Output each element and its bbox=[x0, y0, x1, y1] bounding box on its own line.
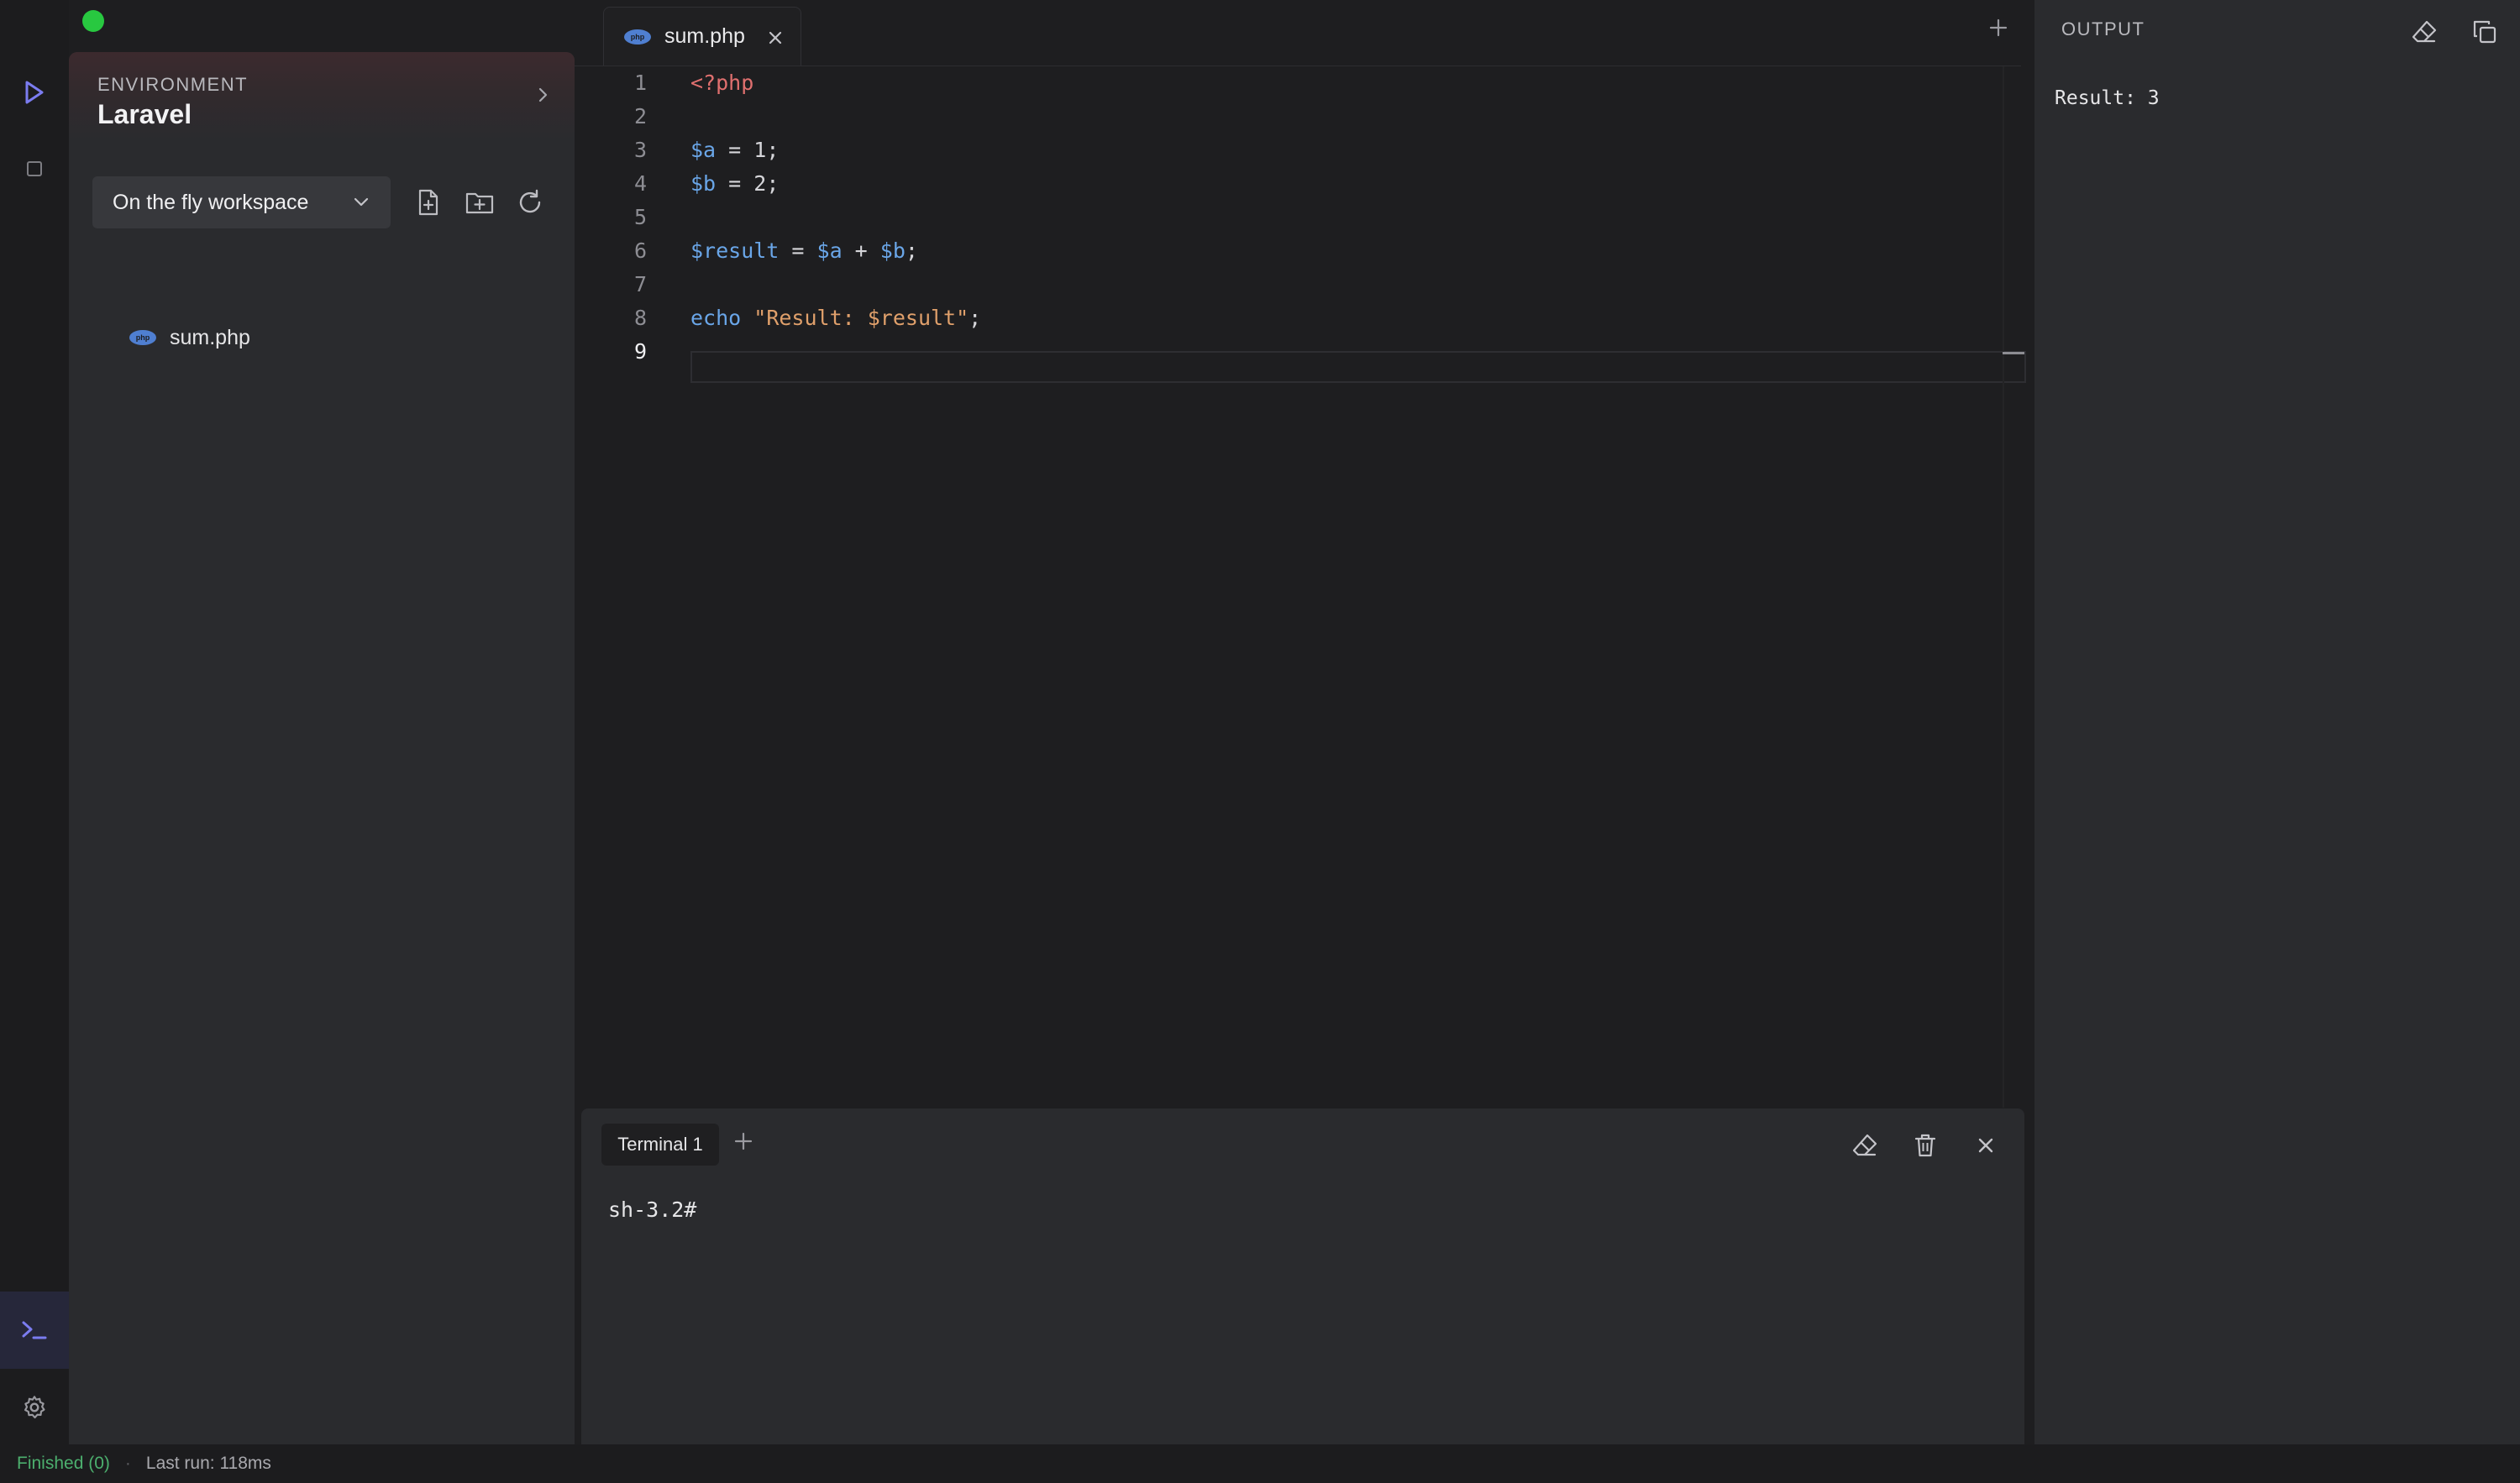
line-number: 9 bbox=[633, 339, 647, 364]
code-token: = bbox=[779, 238, 817, 263]
code-token: "Result: $result" bbox=[753, 306, 969, 330]
code-line[interactable]: 6 $result = $a + $b; bbox=[575, 234, 2003, 268]
code-token: $result bbox=[690, 238, 780, 263]
overview-ruler-marker bbox=[2003, 352, 2024, 354]
refresh-icon[interactable] bbox=[511, 183, 549, 222]
line-number: 8 bbox=[633, 306, 647, 330]
code-line[interactable]: 2 bbox=[575, 100, 2003, 134]
line-number: 6 bbox=[633, 238, 647, 263]
status-bar: Finished (0) · Last run: 118ms bbox=[0, 1444, 2520, 1483]
status-separator: · bbox=[124, 1454, 131, 1473]
terminal-icon[interactable] bbox=[0, 1292, 69, 1369]
code-token: ; bbox=[969, 306, 982, 330]
file-tree-item[interactable]: php sum.php bbox=[129, 319, 250, 356]
run-status: Finished (0) bbox=[17, 1454, 110, 1473]
editor-tab-bar: php sum.php bbox=[575, 0, 2021, 66]
add-terminal-button[interactable] bbox=[732, 1130, 754, 1156]
line-number: 7 bbox=[633, 272, 647, 296]
copy-icon[interactable] bbox=[2466, 13, 2503, 50]
code-editor[interactable]: 1 <?php 2 3 $a = 1; 4 $b = 2; 5 6 $result = $a + … bbox=[575, 66, 2026, 1108]
code-token: $b bbox=[879, 238, 906, 263]
close-icon[interactable] bbox=[1967, 1127, 2004, 1164]
code-line[interactable]: 4 $b = 2; bbox=[575, 167, 2003, 201]
code-token: ; bbox=[905, 238, 918, 263]
eraser-icon[interactable] bbox=[2406, 13, 2443, 50]
code-text: $result = $a + $b; bbox=[690, 234, 918, 268]
stop-icon[interactable] bbox=[0, 156, 69, 181]
code-line[interactable]: 1 <?php bbox=[575, 66, 2003, 100]
code-line[interactable]: 9 bbox=[575, 335, 2003, 369]
chevron-right-icon[interactable] bbox=[538, 86, 549, 108]
file-name: sum.php bbox=[170, 325, 250, 349]
line-number: 5 bbox=[633, 205, 647, 229]
code-token: = 1; bbox=[716, 138, 780, 162]
new-folder-icon[interactable] bbox=[460, 183, 499, 222]
terminal-prompt[interactable]: sh-3.2# bbox=[608, 1197, 696, 1222]
code-token: = 2; bbox=[716, 171, 780, 196]
terminal-tab[interactable]: Terminal 1 bbox=[601, 1124, 719, 1166]
code-token: <?php bbox=[690, 71, 754, 95]
code-line[interactable]: 7 bbox=[575, 268, 2003, 301]
line-number: 4 bbox=[633, 171, 647, 196]
line-number: 2 bbox=[633, 104, 647, 128]
explorer-sidebar: ENVIRONMENT Laravel On the fly workspace… bbox=[69, 52, 575, 1444]
new-file-icon[interactable] bbox=[409, 183, 448, 222]
code-token: echo bbox=[690, 306, 742, 330]
tab-sum-php[interactable]: php sum.php bbox=[603, 7, 801, 66]
line-number: 3 bbox=[633, 138, 647, 162]
add-tab-button[interactable] bbox=[1987, 17, 2009, 43]
code-text: $a = 1; bbox=[690, 134, 779, 167]
last-run-time: Last run: 118ms bbox=[145, 1454, 271, 1473]
trash-icon[interactable] bbox=[1907, 1127, 1944, 1164]
output-panel: OUTPUT Result: 3 bbox=[2034, 0, 2520, 1444]
gear-icon[interactable] bbox=[0, 1389, 69, 1426]
activity-bar bbox=[0, 0, 69, 1444]
php-icon: php bbox=[129, 330, 156, 345]
code-text: <?php bbox=[690, 66, 753, 100]
code-text: $b = 2; bbox=[690, 167, 779, 201]
workspace-select-value: On the fly workspace bbox=[113, 190, 309, 214]
editor-scrollbar[interactable] bbox=[2003, 66, 2004, 1108]
run-icon[interactable] bbox=[0, 76, 69, 109]
code-line[interactable]: 8 echo "Result: $result"; bbox=[575, 301, 2003, 335]
tab-label: sum.php bbox=[664, 24, 745, 48]
window-zoom-button[interactable] bbox=[82, 10, 104, 32]
code-line[interactable]: 5 bbox=[575, 201, 2003, 234]
code-line[interactable]: 3 $a = 1; bbox=[575, 134, 2003, 167]
terminal-panel: Terminal 1 sh-3.2# bbox=[581, 1108, 2024, 1444]
environment-name: Laravel bbox=[97, 99, 192, 129]
code-token: + bbox=[842, 238, 880, 263]
php-icon: php bbox=[624, 29, 651, 45]
output-title: OUTPUT bbox=[2061, 18, 2145, 39]
environment-header[interactable]: ENVIRONMENT Laravel bbox=[69, 52, 575, 141]
line-number: 1 bbox=[633, 71, 647, 95]
code-token: $a bbox=[690, 138, 717, 162]
code-token: $b bbox=[690, 171, 717, 196]
output-text: Result: 3 bbox=[2055, 87, 2160, 109]
code-text: echo "Result: $result"; bbox=[690, 301, 981, 335]
code-token: $a bbox=[816, 238, 843, 263]
close-icon[interactable] bbox=[767, 28, 784, 52]
chevron-down-icon bbox=[352, 193, 370, 217]
environment-label: ENVIRONMENT bbox=[97, 74, 249, 95]
workspace-select[interactable]: On the fly workspace bbox=[92, 176, 391, 228]
eraser-icon[interactable] bbox=[1846, 1127, 1883, 1164]
